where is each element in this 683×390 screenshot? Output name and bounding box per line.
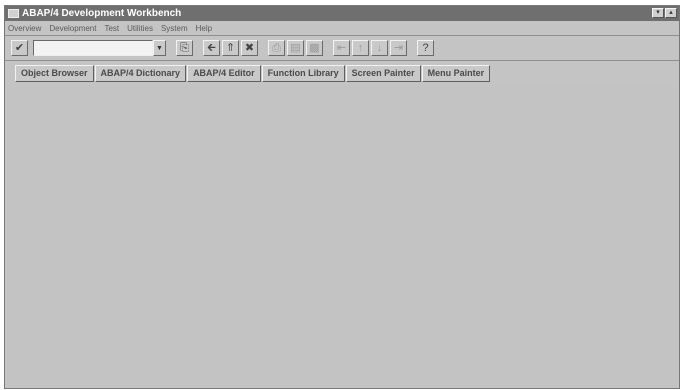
last-page-icon[interactable]: ⇥ [390,40,407,56]
save-icon[interactable]: ⎘ [176,40,193,56]
next-page-icon[interactable]: ↓ [371,40,388,56]
command-field[interactable] [33,40,153,56]
screen-painter-button[interactable]: Screen Painter [345,64,421,82]
menu-separator [5,35,679,36]
find-next-icon[interactable]: ▩ [306,40,323,56]
cancel-icon[interactable]: ✖ [241,40,258,56]
abap-editor-button[interactable]: ABAP/4 Editor [187,64,261,82]
menu-utilities[interactable]: Utilities [127,24,153,33]
previous-page-icon[interactable]: ↑ [352,40,369,56]
print-icon[interactable]: ⎙ [268,40,285,56]
title-bar[interactable]: ABAP/4 Development Workbench ▾ ▴ [5,6,679,21]
work-area [7,86,677,386]
window-controls: ▾ ▴ [652,8,677,18]
dropdown-arrow-icon[interactable]: ▼ [153,40,166,56]
minimize-icon[interactable]: ▾ [652,8,664,18]
function-library-button[interactable]: Function Library [261,64,345,82]
find-icon[interactable]: ▤ [287,40,304,56]
menu-help[interactable]: Help [196,24,212,33]
application-toolbar: Object Browser ABAP/4 Dictionary ABAP/4 … [5,62,679,84]
menu-development[interactable]: Development [49,24,96,33]
object-browser-button[interactable]: Object Browser [15,64,94,82]
menu-overview[interactable]: Overview [8,24,41,33]
toolbar-separator [5,60,679,61]
menu-system[interactable]: System [161,24,188,33]
menu-painter-button[interactable]: Menu Painter [421,64,491,82]
abap-dictionary-button[interactable]: ABAP/4 Dictionary [94,64,187,82]
help-icon[interactable]: ? [417,40,434,56]
exit-icon[interactable]: ⇑ [222,40,239,56]
enter-check-icon[interactable]: ✔ [11,40,28,56]
standard-toolbar: ✔ ▼ ⎘ 🡰 ⇑ ✖ ⎙ ▤ ▩ ⇤ ↑ ↓ ⇥ ? [5,37,679,59]
menu-test[interactable]: Test [104,24,119,33]
maximize-icon[interactable]: ▴ [665,8,677,18]
workbench-window: ABAP/4 Development Workbench ▾ ▴ Overvie… [4,5,680,389]
system-menu-icon[interactable] [8,9,19,18]
first-page-icon[interactable]: ⇤ [333,40,350,56]
menu-bar: Overview Development Test Utilities Syst… [5,22,679,35]
window-title: ABAP/4 Development Workbench [22,8,182,19]
back-icon[interactable]: 🡰 [203,40,220,56]
